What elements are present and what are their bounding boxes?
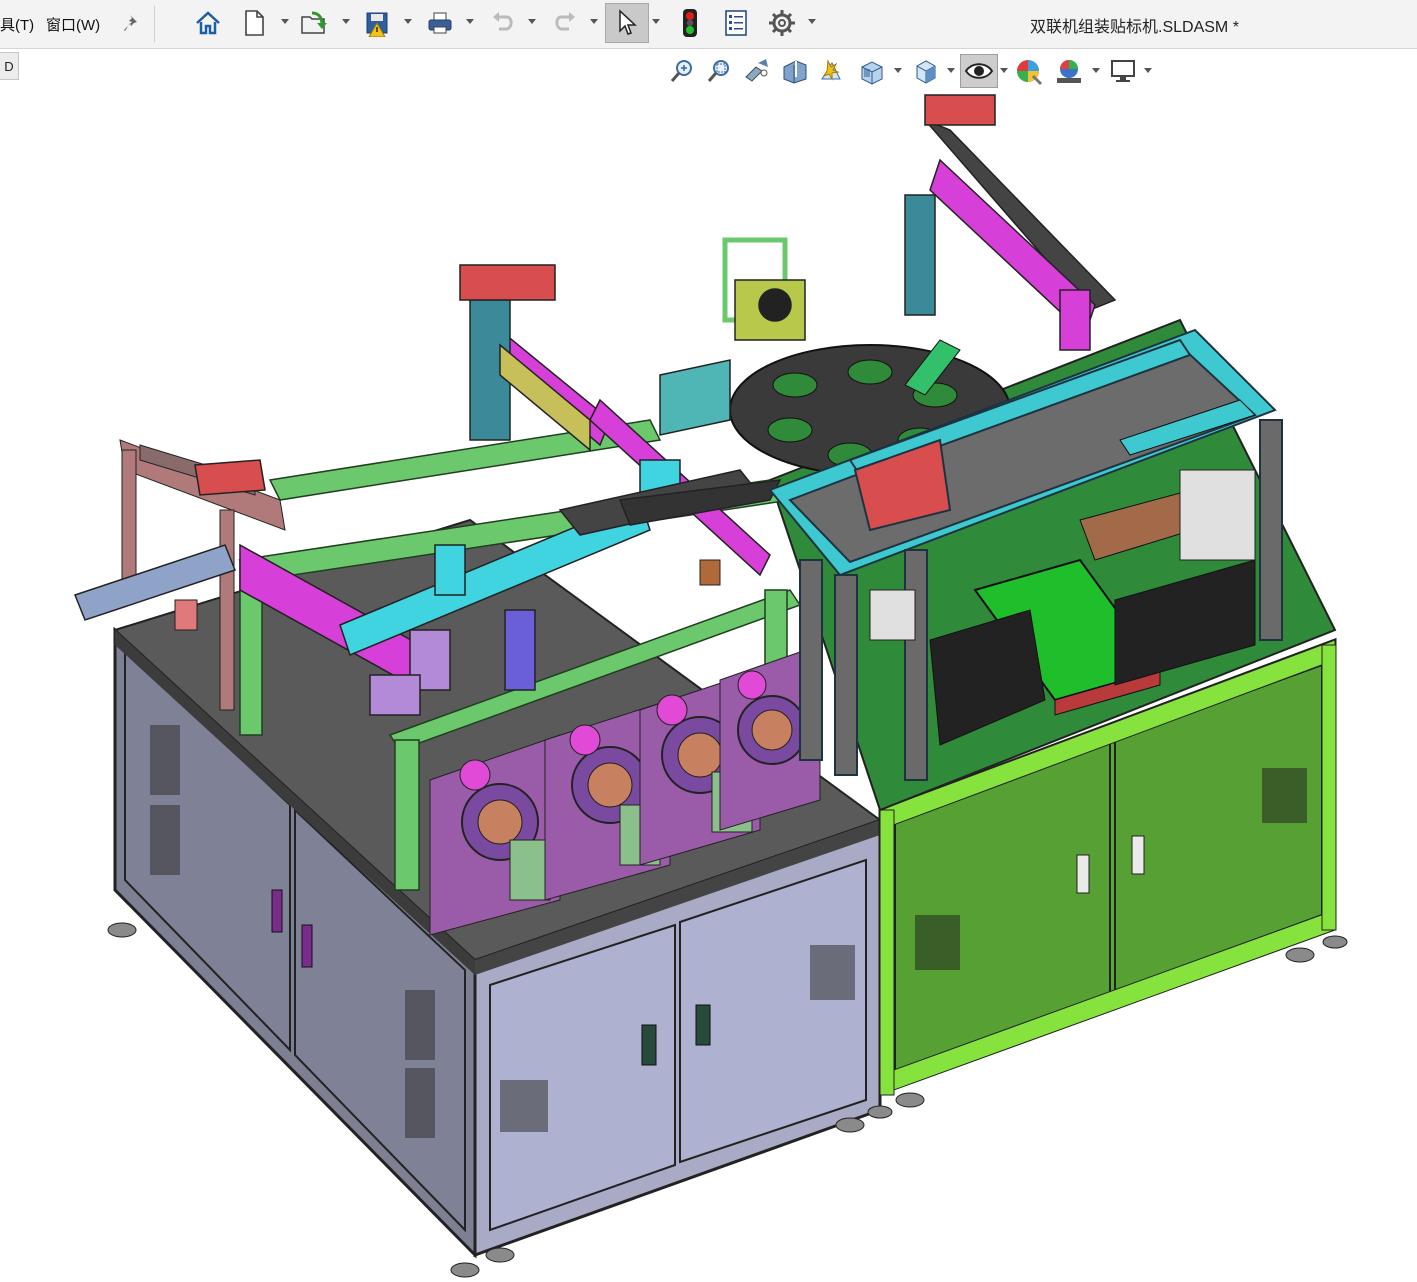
document-title: 双联机组装贴标机.SLDASM *: [1030, 19, 1239, 36]
open-dropdown-icon[interactable]: [342, 19, 350, 24]
apply-scene-icon[interactable]: [1052, 54, 1086, 88]
save-icon[interactable]: [360, 6, 394, 40]
hide-show-items-icon[interactable]: [960, 54, 998, 88]
open-icon[interactable]: [298, 6, 332, 40]
apply-scene-dropdown-icon[interactable]: [1092, 68, 1100, 73]
redo-dropdown-icon[interactable]: [590, 19, 598, 24]
undo-icon[interactable]: [486, 6, 520, 40]
view-orientation-icon[interactable]: [854, 54, 888, 88]
select-icon[interactable]: [605, 3, 649, 43]
redo-icon[interactable]: [548, 6, 582, 40]
options-gear-icon[interactable]: [765, 6, 799, 40]
print-icon[interactable]: [423, 6, 457, 40]
view-settings-dropdown-icon[interactable]: [1144, 68, 1152, 73]
toolbar-separator: [154, 6, 155, 42]
view-settings-icon[interactable]: [1106, 54, 1140, 88]
hide-show-dropdown-icon[interactable]: [1000, 68, 1008, 73]
left-panel-tab[interactable]: D: [0, 52, 19, 80]
traffic-light-icon[interactable]: [673, 6, 707, 40]
save-dropdown-icon[interactable]: [404, 19, 412, 24]
undo-dropdown-icon[interactable]: [528, 19, 536, 24]
display-style-dropdown-icon[interactable]: [947, 68, 955, 73]
select-dropdown-icon[interactable]: [652, 19, 660, 24]
options-dropdown-icon[interactable]: [808, 19, 816, 24]
new-document-icon[interactable]: [237, 6, 271, 40]
graphics-area[interactable]: [0, 90, 1417, 1282]
view-orientation-dropdown-icon[interactable]: [894, 68, 902, 73]
edit-appearance-icon[interactable]: [1012, 54, 1046, 88]
previous-view-icon[interactable]: [740, 54, 774, 88]
zoom-to-fit-icon[interactable]: [665, 54, 699, 88]
dynamic-annotation-icon[interactable]: [816, 54, 850, 88]
menu-tools[interactable]: 具(T): [0, 14, 34, 35]
menu-window[interactable]: 窗口(W): [46, 14, 100, 35]
pin-icon[interactable]: [116, 6, 150, 40]
display-style-icon[interactable]: [909, 54, 943, 88]
menu-bar: 具(T) 窗口(W) 双联机组装贴标机.SLDASM *: [0, 0, 1417, 49]
section-view-icon[interactable]: [778, 54, 812, 88]
new-dropdown-icon[interactable]: [281, 19, 289, 24]
file-properties-icon[interactable]: [719, 6, 753, 40]
home-icon[interactable]: [191, 6, 225, 40]
print-dropdown-icon[interactable]: [466, 19, 474, 24]
zoom-to-area-icon[interactable]: [702, 54, 736, 88]
